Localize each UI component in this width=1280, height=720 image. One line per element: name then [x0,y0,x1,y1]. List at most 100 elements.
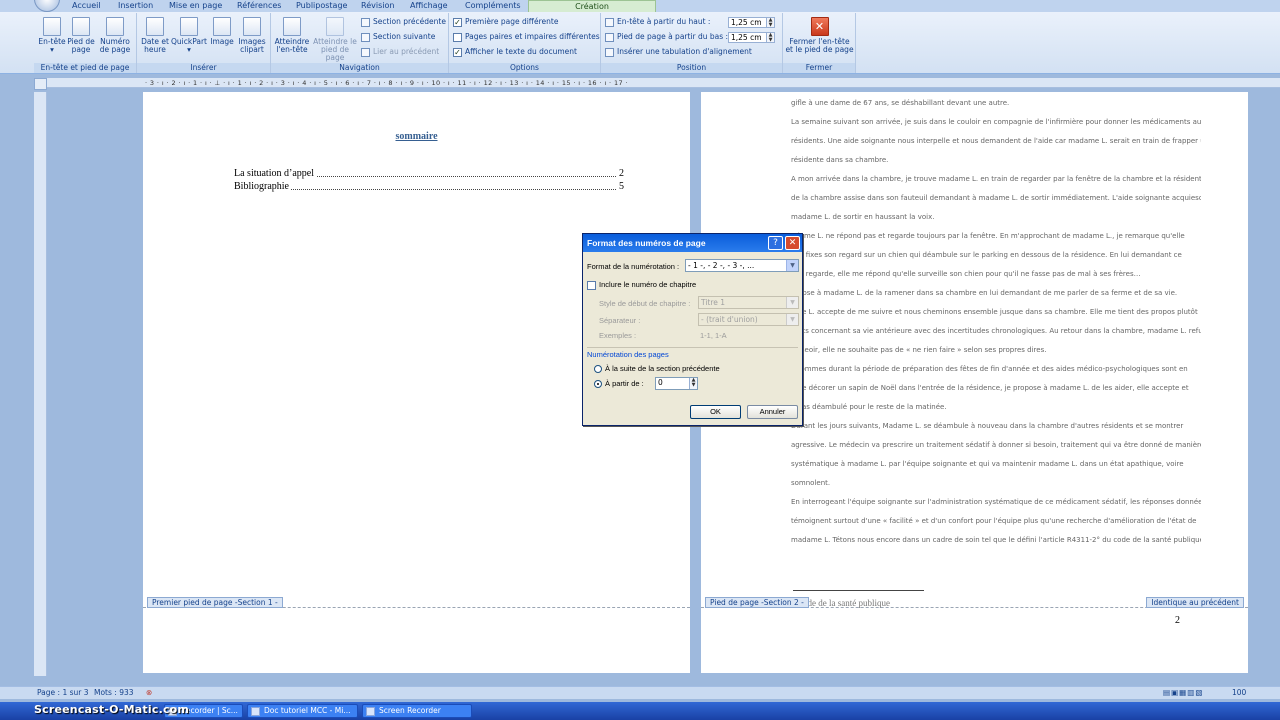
taskbar-item[interactable]: Screen Recorder [362,704,472,718]
tab-publipostage[interactable]: Publipostage [296,0,347,12]
goto-footer-button[interactable]: Atteindre le pied de page [311,17,359,62]
text-line: de la chambre assise dans son fauteuil d… [791,194,1201,202]
checkbox-checked-icon: ✓ [453,47,462,57]
cancel-button[interactable]: Annuler [747,405,798,419]
footer-button[interactable]: Pied de page [66,17,96,54]
text-line: ropose à madame L. de la ramener dans sa… [791,289,1178,297]
watermark: Screencast-O-Matic.com [34,703,190,716]
page-number-button[interactable]: Numéro de page [97,17,133,54]
spinner-arrows-icon[interactable]: ▲ ▼ [689,378,697,389]
zoom-level[interactable]: 100 [1232,687,1246,699]
calendar-icon [146,17,164,36]
goto-footer-icon [326,17,344,36]
group-position: En-tête à partir du haut : 1,25 cm ▲ ▼ Pie… [601,13,783,73]
page-number[interactable]: 2 [1175,615,1180,626]
quickpart-button[interactable]: QuickPart ▾ [170,17,208,54]
format-label: Format de la numérotation : [587,262,680,271]
footer-bottom-spinner[interactable]: 1,25 cm ▲ ▼ [728,32,775,43]
separator-select[interactable]: - (trait d'union) ▼ [698,313,799,326]
taskbar-item[interactable]: Doc tutoriel MCC - Mi... [247,704,358,718]
close-icon[interactable]: ✕ [785,236,800,250]
text-line: résidents. Une aide soignante nous inter… [791,137,1201,145]
ribbon-tab-bar: Accueil Insertion Mise en page Référence… [0,0,1280,12]
chevron-down-icon: ▼ [786,297,798,308]
quickpart-icon [180,17,198,36]
tab-revision[interactable]: Révision [361,0,394,12]
footer-position-icon [605,32,614,42]
status-bar: Page : 1 sur 3 Mots : 933 ⊗ ▤▣▦▥▧ 100 [0,686,1280,699]
page-title: sommaire [395,131,438,142]
format-select[interactable]: - 1 -, - 2 -, - 3 -, ... ▼ [685,259,799,272]
word-icon [251,707,260,716]
taskbar: Recorder | Sc... Doc tutoriel MCC - Mi..… [0,702,1280,720]
text-line: témoignent surtout d'une « facilité » et… [791,517,1197,525]
tab-accueil[interactable]: Accueil [72,0,101,12]
spinner-arrows-icon[interactable]: ▲ ▼ [766,18,774,27]
text-line: systématique à madame L. par l'équipe so… [791,460,1184,468]
insert-align-tab-button[interactable]: Insérer une tabulation d'alignement [605,46,752,59]
prev-section-button[interactable]: Section précédente [361,16,446,29]
checkbox-unchecked-icon [587,280,596,290]
vertical-ruler[interactable] [34,92,47,676]
continue-radio[interactable]: À la suite de la section précédente [594,364,720,374]
group-insert: Date et heure QuickPart ▾ Image Images cl… [137,13,271,73]
text-line: 'asseoir, elle ne souhaite pas de « ne r… [791,346,1047,354]
numbering-group-label: Numérotation des pages [587,350,669,359]
text-line: somnolent. [791,479,831,487]
tab-insertion[interactable]: Insertion [118,0,153,12]
footer-bottom-label: Pied de page à partir du bas : [605,31,728,44]
tab-mise-en-page[interactable]: Mise en page [169,0,222,12]
group-label: Options [449,63,600,73]
page-count[interactable]: Page : 1 sur 3 [37,687,89,699]
tab-references[interactable]: Références [237,0,281,12]
separator-label: Séparateur : [599,316,641,325]
help-icon[interactable]: ? [768,236,783,250]
start-at-input[interactable]: 0 ▲ ▼ [655,377,698,390]
image-button[interactable]: Image [208,17,236,46]
tab-selector[interactable] [34,78,47,90]
first-page-different-checkbox[interactable]: ✓ Première page différente [453,16,558,29]
goto-header-icon [283,17,301,36]
checkbox-unchecked-icon [453,32,462,42]
text-line: elle fixes son regard sur un chien qui d… [791,251,1182,259]
view-buttons-icon[interactable]: ▤▣▦▥▧ [1163,687,1203,699]
include-chapter-checkbox[interactable]: Inclure le numéro de chapitre [587,280,696,290]
clipart-button[interactable]: Images clipart [236,17,268,54]
proofing-icon[interactable]: ⊗ [146,687,152,699]
toc-entry[interactable]: Bibliographie 5 [234,181,624,192]
word-count[interactable]: Mots : 933 [94,687,134,699]
header-position-icon [605,17,614,27]
tab-creation[interactable]: Création [528,0,656,12]
text-line: madame L. Tétons nous encore dans un cad… [791,536,1201,544]
radio-off-icon [594,365,602,374]
show-document-text-checkbox[interactable]: ✓ Afficher le texte du document [453,46,577,59]
horizontal-ruler[interactable]: · 3 · ı · 2 · ı · 1 · ı · ⊥ · ı · 1 · ı … [47,78,1280,88]
header-top-spinner[interactable]: 1,25 cm ▲ ▼ [728,17,775,28]
close-header-footer-button[interactable]: ✕ Fermer l'en-tête et le pied de page [785,17,854,54]
office-button[interactable] [34,0,60,12]
align-tab-icon [605,47,614,57]
tab-affichage[interactable]: Affichage [410,0,448,12]
link-previous-button[interactable]: Lier au précédent [361,46,439,59]
header-button[interactable]: En-tête ▾ [37,17,67,54]
prev-section-icon [361,17,370,27]
start-at-radio[interactable]: À partir de : [594,379,644,389]
odd-even-checkbox[interactable]: Pages paires et impaires différentes [453,31,600,44]
ok-button[interactable]: OK [690,405,741,419]
chapter-style-label: Style de début de chapitre : [599,299,691,308]
spinner-arrows-icon[interactable]: ▲ ▼ [766,33,774,42]
toc-entry[interactable]: La situation d’appel 2 [234,168,624,179]
next-section-button[interactable]: Section suivante [361,31,435,44]
goto-header-button[interactable]: Atteindre l'en-tête [273,17,311,54]
group-label: Navigation [271,63,448,73]
text-line: a pas déambulé pour le reste de la matin… [791,403,947,411]
date-time-button[interactable]: Date et heure [140,17,170,54]
chapter-style-select[interactable]: Titre 1 ▼ [698,296,799,309]
chevron-down-icon[interactable]: ▼ [786,260,798,271]
radio-on-icon [594,380,602,389]
text-line: elle regarde, elle me répond qu'elle sur… [791,270,1141,278]
text-line: La semaine suivant son arrivée, je suis … [791,118,1201,126]
right-margin-area [1248,92,1280,686]
text-line: n de décorer un sapin de Noël dans l'ent… [791,384,1189,392]
tab-complements[interactable]: Compléments [465,0,521,12]
